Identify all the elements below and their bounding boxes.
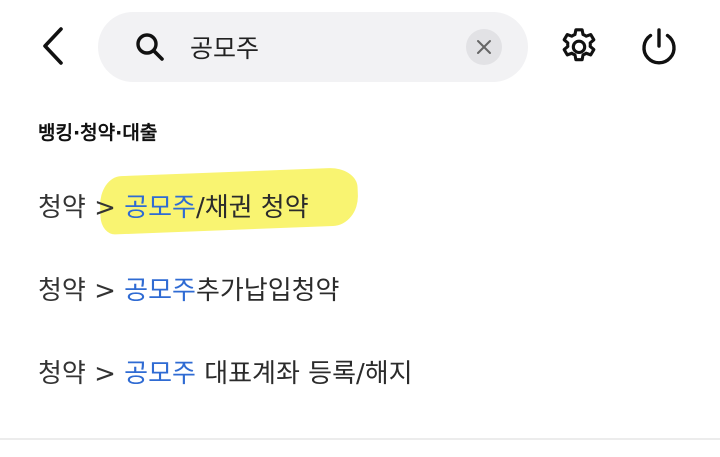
result-item[interactable]: 청약 > 공모주추가납입청약 — [38, 276, 339, 307]
result-category: 청약 — [38, 359, 86, 389]
result-label: 추가납입청약 — [195, 276, 340, 306]
result-category: 청약 — [38, 193, 86, 223]
search-icon — [136, 33, 164, 61]
back-button[interactable] — [28, 20, 80, 72]
result-label: /채권 청약 — [195, 193, 309, 223]
result-item[interactable]: 청약 > 공모주/채권 청약 — [38, 193, 309, 224]
power-icon — [642, 28, 676, 65]
section-title: 뱅킹·청약·대출 — [38, 122, 158, 144]
search-bar[interactable] — [98, 12, 528, 82]
settings-button[interactable] — [556, 24, 602, 70]
result-label: 대표계좌 등록/해지 — [195, 359, 413, 389]
result-item[interactable]: 청약 > 공모주 대표계좌 등록/해지 — [38, 359, 413, 390]
chevron-left-icon — [43, 27, 63, 65]
search-input[interactable] — [190, 26, 470, 68]
close-icon — [477, 40, 491, 54]
breadcrumb-separator: > — [94, 359, 116, 389]
gear-icon — [562, 28, 596, 62]
breadcrumb-separator: > — [94, 193, 116, 223]
result-category: 청약 — [38, 276, 86, 306]
result-keyword: 공모주 — [124, 193, 196, 223]
power-button[interactable] — [636, 24, 682, 70]
search-results-page: 뱅킹·청약·대출 청약 > 공모주/채권 청약 청약 > 공모주추가납입청약 청… — [0, 0, 720, 457]
divider — [0, 438, 720, 440]
clear-search-button[interactable] — [466, 29, 502, 65]
breadcrumb-separator: > — [94, 276, 116, 306]
result-keyword: 공모주 — [124, 359, 196, 389]
top-bar — [0, 0, 720, 92]
result-keyword: 공모주 — [124, 276, 196, 306]
